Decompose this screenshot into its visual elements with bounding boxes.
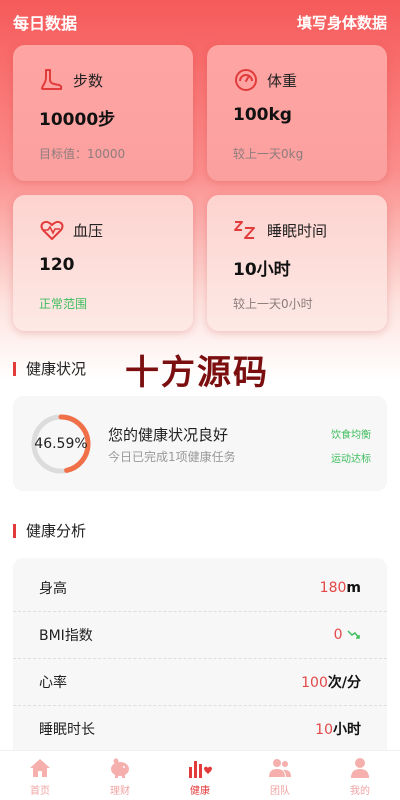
steps-target: 目标值：10000: [39, 147, 126, 161]
blood-pressure-value: 120: [39, 255, 75, 275]
sleep-value: 10小时: [233, 260, 291, 280]
row-value: 0: [334, 627, 361, 643]
fill-body-data-button[interactable]: 填写身体数据: [297, 12, 387, 33]
tab-label: 健康: [190, 786, 210, 797]
tab-health[interactable]: 健康: [160, 751, 240, 800]
row-value: 10小时: [315, 719, 361, 739]
steps-label: 步数: [73, 71, 104, 90]
home-icon: [30, 759, 50, 777]
health-analysis-title: 健康分析: [13, 520, 86, 541]
row-value: 180m: [320, 580, 361, 596]
trend-down-icon: [347, 630, 360, 639]
piggy-bank-icon: [111, 758, 129, 778]
row-unit: 次/分: [327, 675, 361, 691]
tab-label: 首页: [30, 786, 50, 797]
weight-card[interactable]: 体重 100kg 较上一天0kg: [207, 45, 387, 181]
sleep-icon: [234, 221, 255, 239]
weight-label: 体重: [267, 71, 298, 90]
tab-label: 团队: [270, 786, 290, 797]
analysis-row-height[interactable]: 身高 180m: [13, 565, 387, 612]
tab-team[interactable]: 团队: [240, 751, 320, 800]
sleep-label: 睡眠时间: [267, 221, 328, 240]
row-number: 0: [333, 627, 343, 643]
user-icon: [351, 758, 369, 778]
row-unit: m: [346, 580, 361, 596]
health-analysis-title-text: 健康分析: [26, 522, 87, 540]
section-accent-bar: [13, 361, 16, 376]
team-icon: [269, 759, 291, 777]
top-header: 每日数据 填写身体数据: [0, 0, 400, 44]
tag-diet-balanced: 饮食均衡: [331, 430, 371, 441]
blood-pressure-label: 血压: [73, 221, 104, 240]
row-key: 睡眠时长: [39, 722, 95, 738]
blood-pressure-card[interactable]: 血压 120 正常范围: [13, 195, 193, 331]
gauge-icon: [235, 69, 257, 91]
blood-pressure-status: 正常范围: [39, 297, 88, 311]
tag-exercise-met: 运动达标: [331, 454, 371, 465]
analysis-row-bmi[interactable]: BMI指数 0: [13, 612, 387, 659]
tab-finance[interactable]: 理财: [80, 751, 160, 800]
health-status-card[interactable]: 46.59% 您的健康状况良好 今日已完成1项健康任务 饮食均衡 运动达标: [13, 396, 387, 491]
health-status-main: 您的健康状况良好: [108, 426, 229, 444]
health-status-title-text: 健康状况: [26, 360, 87, 378]
analysis-row-heart-rate[interactable]: 心率 100次/分: [13, 659, 387, 706]
row-key: BMI指数: [39, 628, 93, 644]
sleep-card[interactable]: 睡眠时间 10小时 较上一天0小时: [207, 195, 387, 331]
watermark-text: 十方源码: [125, 353, 269, 393]
health-analysis-list: 身高 180m BMI指数 0 心率 100次/分 睡眠时长 10小时: [13, 558, 387, 750]
health-chart-icon: [189, 761, 212, 778]
sleep-change: 较上一天0小时: [233, 297, 313, 311]
weight-change: 较上一天0kg: [233, 147, 304, 161]
row-number: 100: [301, 675, 328, 691]
weight-value: 100kg: [233, 105, 292, 125]
page-title: 每日数据: [13, 14, 78, 33]
row-key: 身高: [39, 581, 67, 597]
row-value: 100次/分: [301, 672, 361, 692]
tab-home[interactable]: 首页: [0, 751, 80, 800]
section-accent-bar: [13, 523, 16, 538]
bottom-tab-bar: 首页 理财 健康 团队 我的: [0, 750, 400, 800]
health-status-title: 健康状况: [13, 358, 86, 379]
tab-mine[interactable]: 我的: [320, 751, 400, 800]
heart-pulse-icon: [40, 220, 64, 240]
foot-icon: [41, 69, 63, 90]
steps-card[interactable]: 步数 10000步 目标值：10000: [13, 45, 193, 181]
progress-percent: 46.59%: [34, 436, 88, 452]
row-number: 180: [319, 580, 347, 596]
row-key: 心率: [39, 675, 67, 691]
tab-label: 我的: [350, 786, 370, 797]
health-status-sub: 今日已完成1项健康任务: [108, 450, 236, 464]
row-number: 10: [315, 722, 333, 738]
analysis-row-sleep-duration[interactable]: 睡眠时长 10小时: [13, 706, 387, 750]
steps-value: 10000步: [39, 110, 116, 130]
tab-label: 理财: [110, 786, 130, 797]
row-unit: 小时: [333, 722, 361, 738]
